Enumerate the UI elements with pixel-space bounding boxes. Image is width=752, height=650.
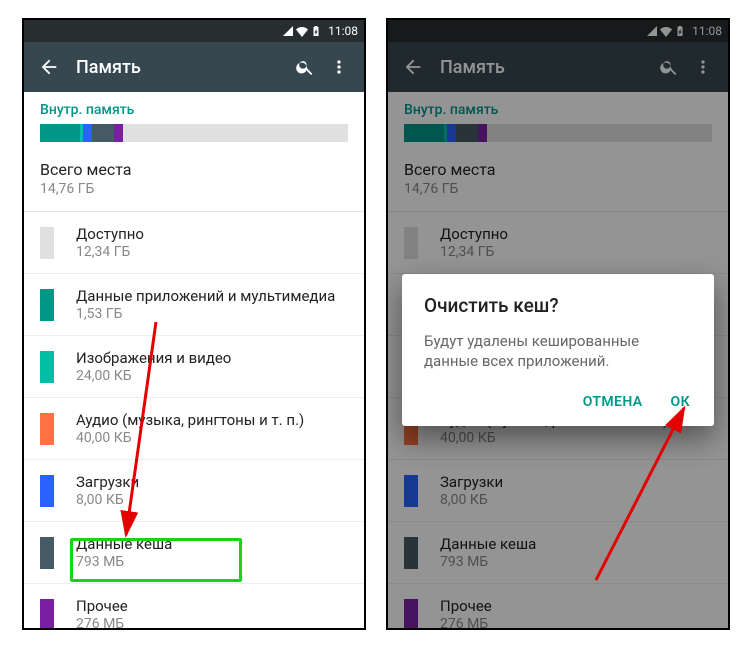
row-value: 24,00 КБ <box>76 368 348 384</box>
color-swatch <box>40 351 54 383</box>
color-swatch <box>40 537 54 569</box>
page-title: Память <box>66 57 288 78</box>
color-swatch <box>40 413 54 445</box>
clear-cache-dialog: Очистить кеш? Будут удалены кешированные… <box>402 274 714 426</box>
row-value: 40,00 КБ <box>76 430 348 446</box>
usage-segment <box>83 124 92 142</box>
storage-row[interactable]: Доступно12,34 ГБ <box>24 212 364 274</box>
color-swatch <box>40 289 54 321</box>
storage-row[interactable]: Данные кеша793 МБ <box>24 522 364 584</box>
row-label: Аудио (музыка, рингтоны и т. п.) <box>76 411 348 429</box>
usage-segment <box>40 124 80 142</box>
color-swatch <box>40 227 54 259</box>
app-bar: Память <box>24 42 364 92</box>
storage-subheader: Внутр. память <box>24 92 364 124</box>
total-space-label: Всего места <box>40 160 348 179</box>
ok-button[interactable]: ОК <box>671 394 690 410</box>
search-button[interactable] <box>288 57 322 77</box>
phone-screen-right: 11:08 Память Внутр. память Всего места 1… <box>386 18 730 630</box>
color-swatch <box>40 599 54 631</box>
storage-row[interactable]: Прочее276 МБ <box>24 584 364 630</box>
arrow-back-icon <box>38 56 60 78</box>
signal-icon <box>282 25 294 37</box>
row-value: 8,00 КБ <box>76 492 348 508</box>
total-space-value: 14,76 ГБ <box>40 181 348 197</box>
row-label: Доступно <box>76 225 348 243</box>
storage-usage-bar <box>40 124 348 142</box>
row-label: Загрузки <box>76 473 348 491</box>
overflow-button[interactable] <box>322 57 356 77</box>
row-label: Данные приложений и мультимедиа <box>76 287 348 305</box>
usage-segment <box>92 124 114 142</box>
search-icon <box>295 57 315 77</box>
storage-row[interactable]: Изображения и видео24,00 КБ <box>24 336 364 398</box>
dialog-actions: ОТМЕНА ОК <box>424 390 692 416</box>
row-value: 1,53 ГБ <box>76 306 348 322</box>
storage-row[interactable]: Аудио (музыка, рингтоны и т. п.)40,00 КБ <box>24 398 364 460</box>
status-time: 11:08 <box>328 24 358 38</box>
phone-screen-left: 11:08 Память Внутр. память Всего места 1… <box>22 18 366 630</box>
usage-segment <box>114 124 123 142</box>
dialog-title: Очистить кеш? <box>424 294 692 317</box>
row-value: 793 МБ <box>76 554 348 570</box>
cancel-button[interactable]: ОТМЕНА <box>583 394 643 410</box>
total-space-section: Всего места 14,76 ГБ <box>24 156 364 212</box>
back-button[interactable] <box>32 56 66 78</box>
row-value: 276 МБ <box>76 616 348 630</box>
battery-icon <box>310 25 322 37</box>
storage-row[interactable]: Загрузки8,00 КБ <box>24 460 364 522</box>
row-label: Прочее <box>76 597 348 615</box>
row-value: 12,34 ГБ <box>76 244 348 260</box>
color-swatch <box>40 475 54 507</box>
row-label: Данные кеша <box>76 535 348 553</box>
status-bar: 11:08 <box>24 20 364 42</box>
row-label: Изображения и видео <box>76 349 348 367</box>
more-vert-icon <box>329 57 349 77</box>
dialog-message: Будут удалены кешированные данные всех п… <box>424 331 692 372</box>
wifi-icon <box>296 25 308 37</box>
status-icons <box>282 25 322 37</box>
storage-list: Доступно12,34 ГБДанные приложений и муль… <box>24 212 364 630</box>
storage-row[interactable]: Данные приложений и мультимедиа1,53 ГБ <box>24 274 364 336</box>
